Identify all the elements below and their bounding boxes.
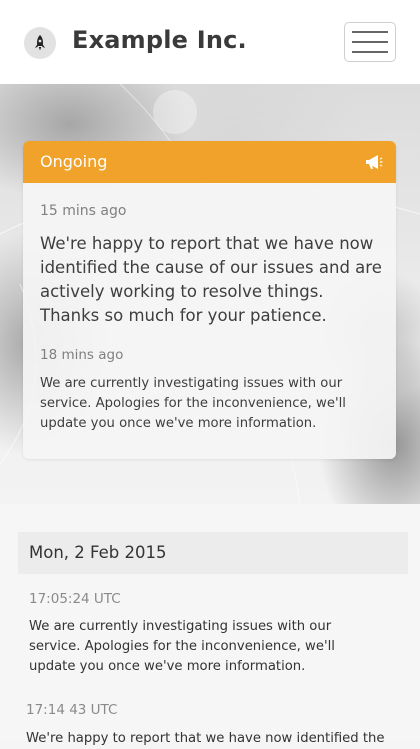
status-label: Ongoing bbox=[40, 152, 108, 171]
incident-card-header: Ongoing bbox=[23, 141, 396, 183]
hamburger-icon bbox=[352, 31, 388, 33]
entry-timestamp: 17:05:24 UTC bbox=[29, 591, 121, 607]
update-message: We're happy to report that we have now i… bbox=[40, 234, 382, 325]
hamburger-menu-button[interactable] bbox=[344, 22, 396, 62]
megaphone-icon bbox=[366, 155, 383, 169]
update-message: We are currently investigating issues wi… bbox=[40, 376, 346, 431]
update-time: 18 mins ago bbox=[40, 347, 124, 363]
incident-history: Mon, 2 Feb 2015 17:05:24 UTC We are curr… bbox=[0, 504, 420, 746]
entry-message: We are currently investigating issues wi… bbox=[29, 619, 335, 674]
site-header: Example Inc. bbox=[0, 0, 420, 84]
date-header: Mon, 2 Feb 2015 bbox=[18, 532, 408, 574]
update-time: 15 mins ago bbox=[40, 203, 127, 219]
entry-timestamp: 17:14 43 UTC bbox=[26, 702, 118, 718]
incident-card: Ongoing 15 mins ago We're happy to repor… bbox=[23, 141, 396, 459]
brand-name[interactable]: Example Inc. bbox=[72, 26, 247, 54]
rocket-icon[interactable] bbox=[24, 27, 56, 59]
date-label: Mon, 2 Feb 2015 bbox=[29, 543, 167, 562]
entry-message: We're happy to report that we have now i… bbox=[26, 731, 385, 746]
